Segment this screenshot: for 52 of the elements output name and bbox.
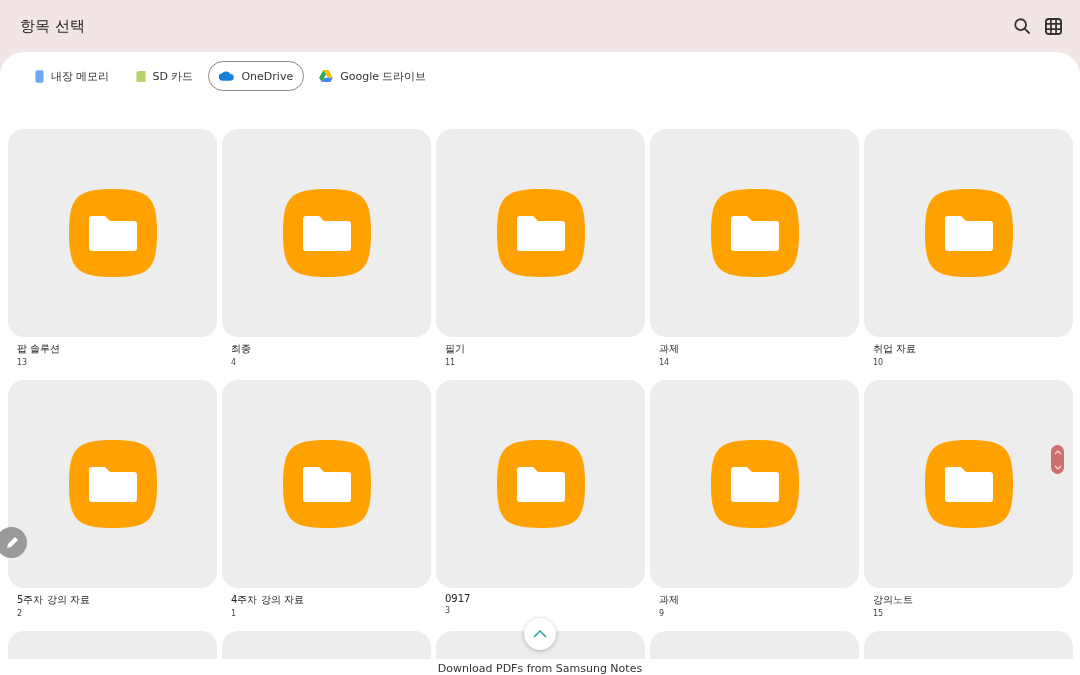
item-count: 2 [17, 609, 24, 618]
folder-icon [496, 440, 585, 528]
triangle-logo-icon [319, 70, 334, 82]
cloud-icon [219, 71, 235, 81]
folder-name: 팝 솔루션 [17, 342, 62, 356]
search-icon[interactable] [1013, 17, 1031, 35]
sd-card-icon [135, 70, 146, 82]
storage-tab[interactable]: OneDrive [208, 61, 305, 91]
chevron-up-icon [533, 630, 547, 638]
folder-name: 과제 [659, 342, 680, 356]
folder-icon [710, 189, 799, 277]
up-down-chevron-icon [1053, 448, 1062, 471]
screen-title: 항목 선택 [20, 16, 85, 36]
folder-name: 과제 [659, 593, 680, 607]
folder-tile[interactable] [222, 380, 431, 588]
folder-icon [282, 440, 371, 528]
scroll-top-button[interactable] [524, 618, 556, 650]
folder-icon [924, 440, 1013, 528]
folder-tile[interactable] [650, 129, 859, 337]
folder-name: 강의노트 [873, 593, 914, 607]
folder-name: 최종 [231, 342, 252, 356]
item-count: 4 [231, 358, 238, 367]
item-count: 3 [445, 606, 452, 615]
folder-icon [496, 189, 585, 277]
item-count: 9 [659, 609, 666, 618]
folder-tile[interactable] [222, 129, 431, 337]
folder-icon [710, 440, 799, 528]
folder-tile[interactable] [864, 129, 1073, 337]
item-count: 10 [873, 358, 885, 367]
folder-icon [68, 189, 157, 277]
folder-name: 0917 [445, 593, 472, 604]
item-count: 1 [231, 609, 238, 618]
folder-tile[interactable] [650, 380, 859, 588]
item-count: 15 [873, 609, 885, 618]
folder-icon [282, 189, 371, 277]
folder-icon [924, 189, 1013, 277]
item-count: 13 [17, 358, 29, 367]
folder-tile[interactable] [436, 129, 645, 337]
folder-tile[interactable] [864, 380, 1073, 588]
folder-name: 5주차 강의 자료 [17, 593, 91, 607]
caption-text: Download PDFs from Samsung Notes [436, 661, 644, 675]
item-count: 14 [659, 358, 671, 367]
folder-name: 필기 [445, 342, 466, 356]
folder-icon [68, 440, 157, 528]
phone-icon [35, 69, 44, 83]
folder-tile[interactable] [8, 129, 217, 337]
item-count: 11 [445, 358, 457, 367]
folder-name: 취업 자료 [873, 342, 918, 356]
folder-tile[interactable] [436, 380, 645, 588]
grid-view-icon[interactable] [1045, 17, 1062, 35]
folder-name: 4주차 강의 자료 [231, 593, 305, 607]
folder-tile[interactable] [8, 380, 217, 588]
